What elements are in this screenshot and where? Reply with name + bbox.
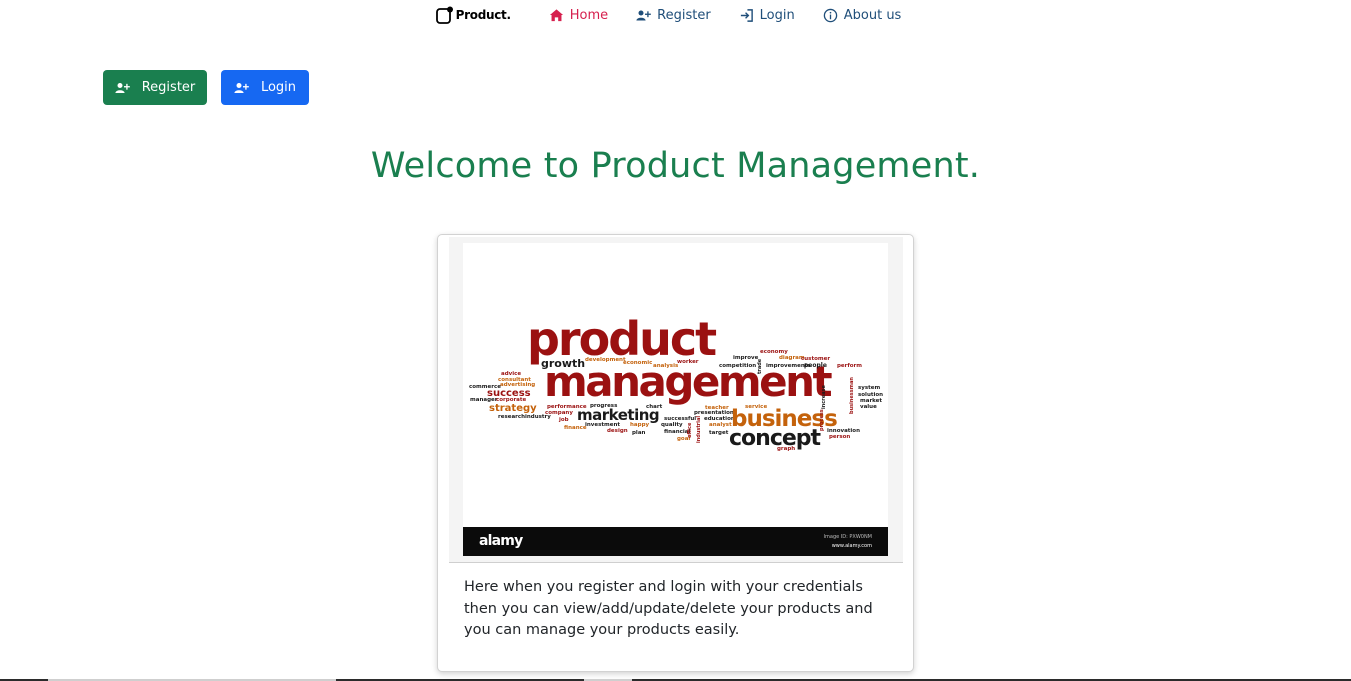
cloud-word: industrial: [696, 415, 702, 443]
cloud-word: person: [829, 434, 851, 440]
cloud-word: finance: [564, 425, 587, 431]
info-icon: [823, 8, 837, 22]
cloud-word: product: [527, 312, 717, 366]
login-icon: [740, 8, 753, 22]
cloud-word: happy: [630, 422, 650, 428]
nav-link-home[interactable]: Home: [549, 8, 608, 23]
cloud-word: worker: [677, 359, 699, 365]
cloud-word: job: [559, 417, 569, 423]
nav-link-about[interactable]: About us: [823, 7, 902, 23]
cloud-word: businessman: [849, 377, 855, 414]
top-navbar: Product. Home Register Login About us: [0, 0, 1351, 30]
word-cloud-image: product management growth development ec…: [463, 243, 888, 556]
cloud-word: value: [860, 404, 877, 410]
brand-logo-link[interactable]: Product.: [435, 6, 511, 24]
nav-link-home-label: Home: [569, 7, 609, 23]
cloud-word: increase: [821, 385, 827, 409]
cloud-word: growth: [541, 357, 586, 370]
login-button-label: Login: [260, 80, 297, 95]
brand-name: Product.: [455, 8, 511, 22]
cloud-word: development: [585, 357, 626, 363]
card-description: Here when you register and login with yo…: [464, 579, 873, 638]
stock-logo: alamy: [479, 533, 523, 549]
nav-link-login[interactable]: Login: [739, 8, 795, 23]
cloud-word: graph: [777, 446, 796, 452]
home-icon: [549, 8, 563, 21]
cloud-word: office: [687, 422, 693, 438]
stock-image-id: Image ID: PXW0NM: [823, 534, 872, 540]
cloud-word: improve: [733, 355, 759, 361]
cloud-word: chart: [646, 404, 663, 410]
user-plus-icon: [636, 10, 651, 20]
cloud-word: target: [709, 430, 729, 436]
cloud-word: economic: [623, 360, 653, 366]
cloud-word: concept: [729, 426, 821, 451]
cloud-word: research: [498, 414, 526, 420]
card-image-frame: product management growth development ec…: [449, 237, 903, 563]
nav-link-about-label: About us: [843, 7, 902, 23]
cloud-word: people: [804, 362, 827, 369]
cloud-word: competition: [719, 363, 757, 369]
cloud-word: plan: [632, 430, 646, 436]
login-button[interactable]: Login: [221, 70, 309, 105]
cloud-word: quality: [661, 422, 683, 428]
cloud-word: system: [858, 385, 881, 391]
user-plus-icon: [234, 82, 249, 93]
cloud-word: industry: [525, 414, 551, 420]
cloud-word: trade: [757, 358, 763, 374]
cloud-word: process: [819, 409, 825, 431]
brand-logo-icon: [435, 6, 454, 24]
user-plus-icon: [115, 82, 130, 93]
info-card: product management growth development ec…: [437, 234, 914, 672]
nav-link-register-label: Register: [657, 7, 711, 23]
nav-link-register[interactable]: Register: [636, 8, 711, 23]
register-button-label: Register: [141, 80, 196, 95]
cloud-word: analysis: [653, 363, 679, 369]
word-cloud: product management growth development ec…: [463, 243, 888, 527]
stock-watermark-bar: alamy Image ID: PXW0NM www.alamy.com: [463, 527, 888, 556]
stock-url: www.alamy.com: [831, 543, 872, 549]
page-title: Welcome to Product Management.: [370, 146, 981, 186]
cloud-word: design: [607, 428, 628, 434]
cloud-word: strategy: [489, 403, 537, 414]
cloud-word: perform: [837, 363, 862, 369]
nav-link-login-label: Login: [759, 7, 795, 23]
register-button[interactable]: Register: [103, 70, 207, 105]
